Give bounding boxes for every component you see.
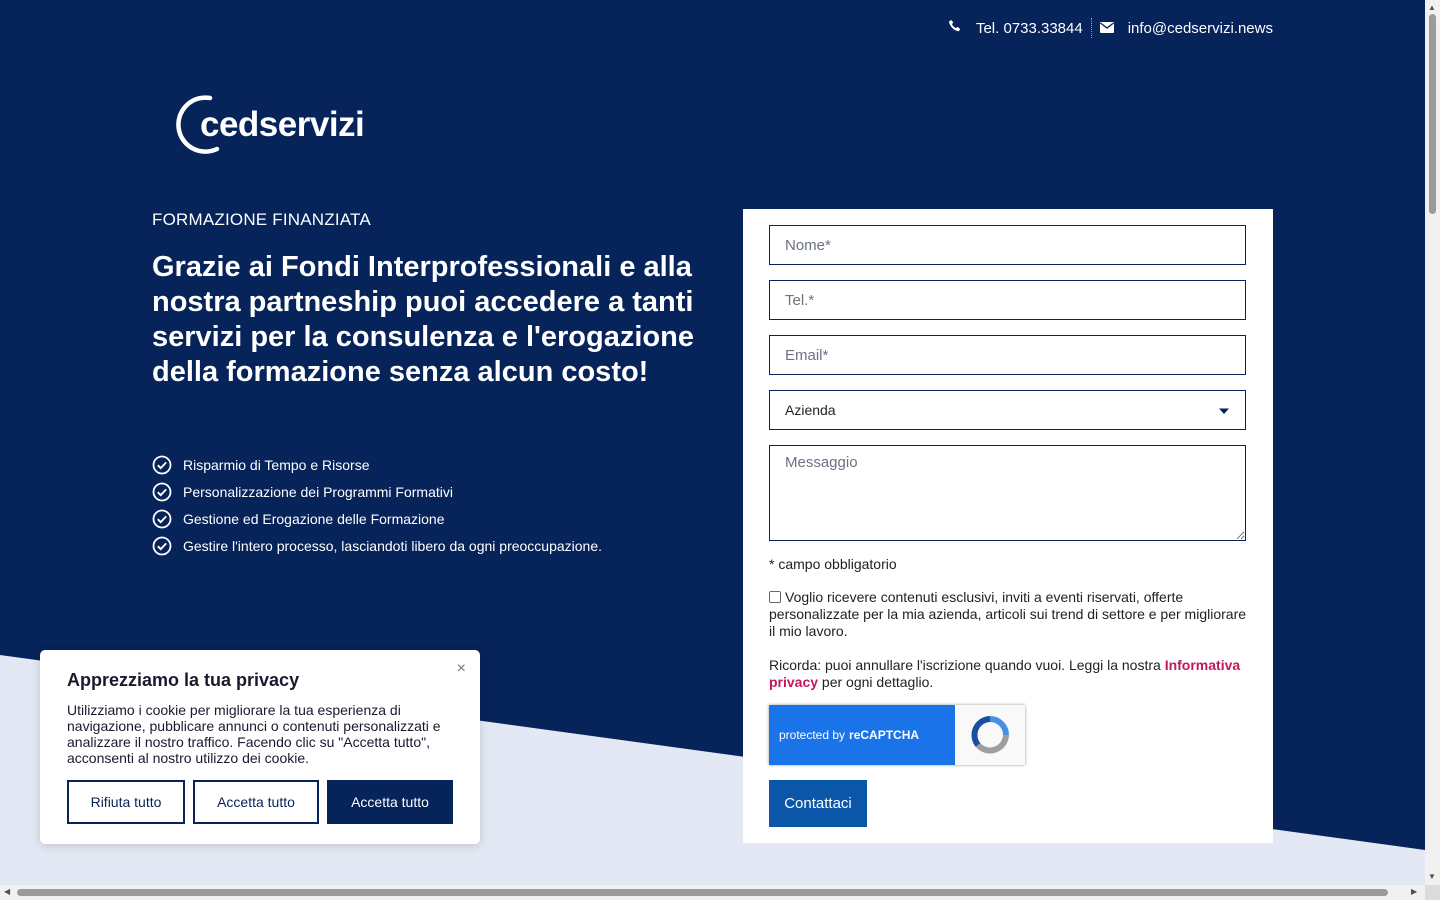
list-item: Risparmio di Tempo e Risorse (152, 451, 602, 478)
cookie-banner: × Apprezziamo la tua privacy Utilizziamo… (40, 650, 480, 844)
required-field-note: * campo obbligatorio (769, 556, 897, 572)
scroll-right-icon[interactable]: ▶ (1411, 887, 1417, 896)
caret-down-icon (1218, 402, 1230, 418)
recaptcha-logo-icon (955, 705, 1025, 765)
check-circle-icon (152, 455, 172, 475)
contact-form: Azienda * campo obbligatorio Voglio rice… (743, 209, 1273, 843)
phone-icon (948, 19, 962, 37)
name-input[interactable] (769, 225, 1246, 265)
recaptcha-badge[interactable]: protected by reCAPTCHA (769, 705, 1025, 765)
recaptcha-label: protected by reCAPTCHA (769, 705, 955, 765)
vertical-scroll-thumb[interactable] (1429, 14, 1436, 214)
cookie-actions: Rifiuta tutto Accetta tutto Accetta tutt… (67, 780, 453, 824)
section-eyebrow: FORMAZIONE FINANZIATA (152, 210, 371, 229)
email-input[interactable] (769, 335, 1246, 375)
submit-button[interactable]: Contattaci (769, 780, 867, 827)
scrollbar-corner (1425, 885, 1440, 900)
hero-headline: Grazie ai Fondi Interprofessionali e all… (152, 251, 694, 388)
phone-input[interactable] (769, 280, 1246, 320)
marketing-consent: Voglio ricevere contenuti esclusivi, inv… (769, 589, 1249, 640)
feature-text: Gestione ed Erogazione delle Formazione (183, 510, 445, 527)
list-item: Personalizzazione dei Programmi Formativ… (152, 478, 602, 505)
accept-button[interactable]: Accetta tutto (193, 780, 319, 824)
consent-text: Voglio ricevere contenuti esclusivi, inv… (769, 589, 1247, 639)
scroll-left-icon[interactable]: ◀ (4, 887, 10, 896)
page: Tel. 0733.33844 info@cedservizi.news ced… (0, 0, 1425, 885)
company-select-value: Azienda (785, 402, 836, 418)
contact-divider (1090, 18, 1092, 38)
close-icon[interactable]: × (457, 660, 466, 678)
reminder-suffix: per ogni dettaglio. (818, 674, 934, 690)
check-circle-icon (152, 482, 172, 502)
feature-text: Risparmio di Tempo e Risorse (183, 456, 370, 473)
message-textarea[interactable] (769, 445, 1246, 541)
company-select[interactable]: Azienda (769, 390, 1246, 430)
horizontal-scroll-thumb[interactable] (17, 889, 1388, 896)
recaptcha-brand: reCAPTCHA (849, 728, 920, 742)
scroll-up-icon[interactable]: ▲ (1428, 3, 1436, 12)
cookie-body: Utilizziamo i cookie per migliorare la t… (67, 702, 441, 766)
phone-contact[interactable]: Tel. 0733.33844 (948, 19, 1083, 37)
accept-all-button[interactable]: Accetta tutto (327, 780, 453, 824)
list-item: Gestione ed Erogazione delle Formazione (152, 505, 602, 532)
feature-text: Gestire l'intero processo, lasciandoti l… (183, 537, 603, 554)
list-item: Gestire l'intero processo, lasciandoti l… (152, 532, 602, 559)
site-logo[interactable]: cedservizi (170, 92, 365, 158)
privacy-reminder: Ricorda: puoi annullare l'iscrizione qua… (769, 657, 1249, 691)
envelope-icon (1099, 20, 1114, 37)
vertical-scrollbar[interactable]: ▲ ▼ (1425, 0, 1440, 900)
feature-text: Personalizzazione dei Programmi Formativ… (183, 483, 453, 500)
top-contact-bar: Tel. 0733.33844 info@cedservizi.news (948, 18, 1273, 38)
logo-wordmark: cedservizi (200, 105, 365, 144)
feature-list: Risparmio di Tempo e Risorse Personalizz… (152, 451, 602, 559)
email-address[interactable]: info@cedservizi.news (1128, 20, 1273, 37)
horizontal-scrollbar[interactable]: ◀ ▶ (0, 885, 1425, 900)
check-circle-icon (152, 536, 172, 556)
email-contact[interactable]: info@cedservizi.news (1099, 20, 1273, 37)
recaptcha-prefix: protected by (779, 728, 846, 742)
cookie-title: Apprezziamo la tua privacy (67, 670, 300, 690)
scroll-down-icon[interactable]: ▼ (1428, 872, 1436, 881)
consent-checkbox[interactable] (769, 591, 781, 603)
reminder-text: Ricorda: puoi annullare l'iscrizione qua… (769, 657, 1165, 673)
check-circle-icon (152, 509, 172, 529)
reject-all-button[interactable]: Rifiuta tutto (67, 780, 185, 824)
phone-number[interactable]: Tel. 0733.33844 (976, 20, 1083, 37)
